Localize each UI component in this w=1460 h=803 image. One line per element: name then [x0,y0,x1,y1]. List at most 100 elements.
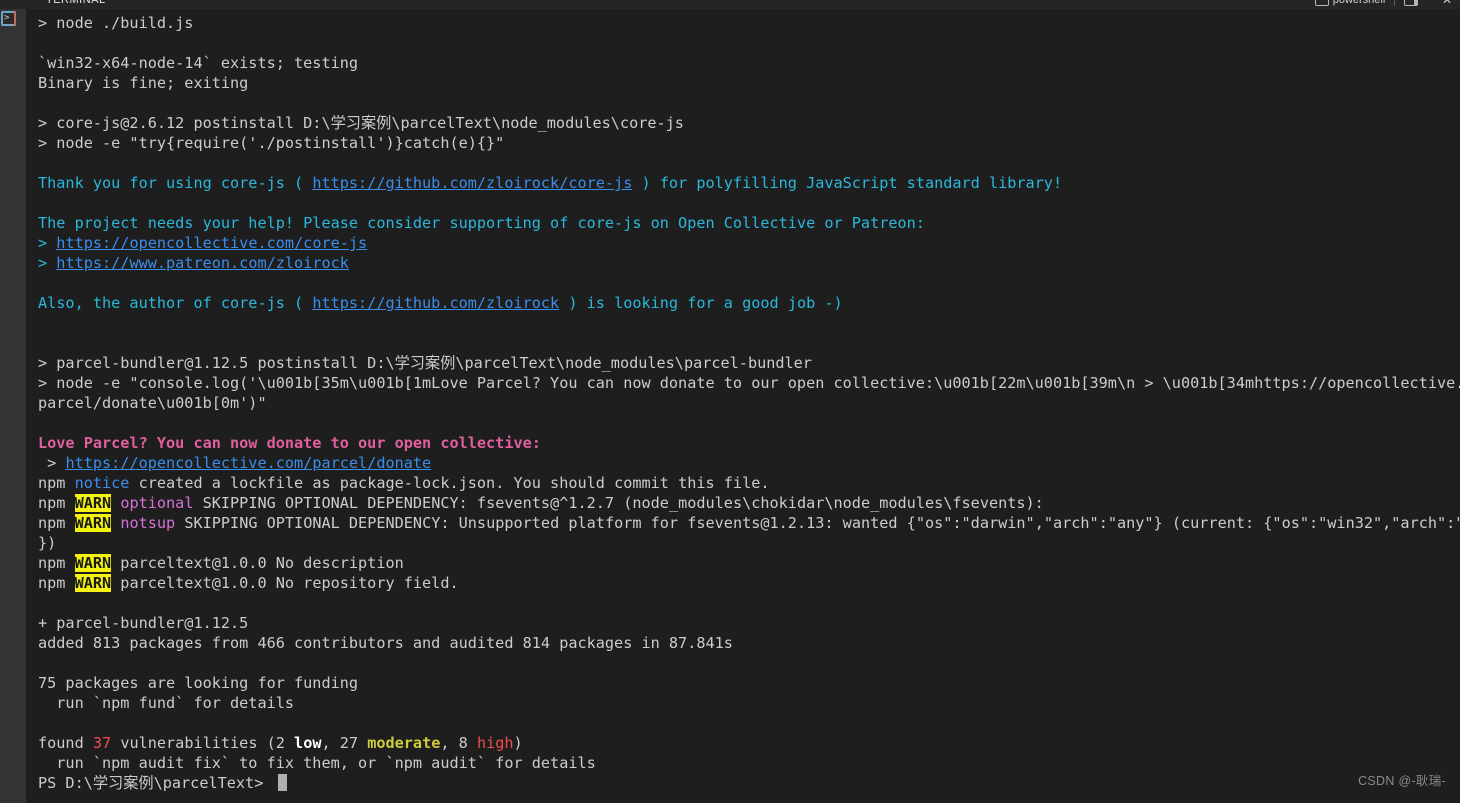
terminal-line: npm notice created a lockfile as package… [38,473,1460,493]
terminal-text-segment: ) [513,734,523,752]
terminal-panel-icon-edge [14,11,16,26]
terminal-text-segment: npm [38,554,75,572]
terminal-panel-icon[interactable]: > [1,11,16,26]
terminal-text-segment: npm [38,574,75,592]
terminal-text-segment: vulnerabilities (2 [111,734,295,752]
watermark: CSDN @-耿瑞- [1358,774,1446,788]
terminal-line: > node -e "console.log('\u001b[35m\u001b… [38,373,1460,393]
terminal-line: parcel/donate\u001b[0m')" [38,393,1460,413]
terminal-line: The project needs your help! Please cons… [38,213,1460,233]
terminal-text-segment: The project needs your help! Please cons… [38,214,925,232]
terminal-text-segment[interactable]: https://github.com/zloirock [312,294,559,312]
panel-header-bar: TERMINAL powershell ^ ✕ [0,0,1460,9]
terminal-text-segment: 37 [92,734,112,752]
terminal-line: npm WARN notsup SKIPPING OPTIONAL DEPEND… [38,513,1460,533]
terminal-text-segment: parceltext@1.0.0 No description [111,554,404,572]
terminal-text-segment: > node -e "console.log('\u001b[35m\u001b… [38,374,1460,392]
terminal-cursor [278,774,288,791]
terminal-text-segment: npm [38,494,75,512]
terminal-line: `win32-x64-node-14` exists; testing [38,53,1460,73]
terminal-text-segment: PS D:\学习案例\parcelText> [38,774,273,792]
split-icon[interactable] [1404,0,1419,6]
terminal-text-segment: WARN [74,574,112,592]
terminal-text-segment: npm [38,514,75,532]
terminal-line: Also, the author of core-js ( https://gi… [38,293,1460,313]
panel-title: TERMINAL [46,0,106,6]
terminal-text-segment: moderate [367,734,441,752]
terminal-text-segment: Binary is fine; exiting [38,74,249,92]
terminal-text-segment: }) [38,534,57,552]
close-icon[interactable]: ✕ [1442,0,1452,6]
terminal-line: npm WARN parceltext@1.0.0 No repository … [38,573,1460,593]
terminal-line: > core-js@2.6.12 postinstall D:\学习案例\par… [38,113,1460,133]
terminal-line: Love Parcel? You can now donate to our o… [38,433,1460,453]
terminal-text-segment: Thank you for using core-js ( [38,174,313,192]
terminal-text-segment[interactable]: https://github.com/zloirock/core-js [312,174,632,192]
terminal-line: run `npm audit fix` to fix them, or `npm… [38,753,1460,773]
terminal-line: > https://opencollective.com/core-js [38,233,1460,253]
terminal-line: + parcel-bundler@1.12.5 [38,613,1460,633]
terminal-line: > https://opencollective.com/parcel/dona… [38,453,1460,473]
terminal-line: npm WARN optional SKIPPING OPTIONAL DEPE… [38,493,1460,513]
terminal-text-segment: npm [38,474,75,492]
terminal-text-segment: Also, the author of core-js ( [38,294,313,312]
terminal-line: > node ./build.js [38,13,1460,33]
chevron-up-icon[interactable]: ^ [1427,0,1433,6]
terminal-line: > node -e "try{require('./postinstall')}… [38,133,1460,153]
terminal-text-segment: ) is looking for a good job -) [559,294,843,312]
terminal-line: found 37 vulnerabilities (2 low, 27 mode… [38,733,1460,753]
terminal-line: 75 packages are looking for funding [38,673,1460,693]
terminal-icon [1314,0,1329,6]
terminal-text-segment: parceltext@1.0.0 No repository field. [111,574,459,592]
terminal-text-segment: notice [74,474,130,492]
terminal-text-segment: 75 packages are looking for funding [38,674,359,692]
terminal-line: Binary is fine; exiting [38,73,1460,93]
panel-actions: powershell ^ ✕ [1314,0,1452,6]
terminal-line: > parcel-bundler@1.12.5 postinstall D:\学… [38,353,1460,373]
terminal-text-segment: notsup [120,514,176,532]
activity-bar: > [0,9,26,803]
terminal-line: npm WARN parceltext@1.0.0 No description [38,553,1460,573]
terminal-text-segment: > core-js@2.6.12 postinstall D:\学习案例\par… [38,114,684,132]
terminal-text-segment: Love Parcel? You can now donate to our o… [38,434,541,452]
terminal-line: PS D:\学习案例\parcelText> [38,773,1460,793]
terminal-line: added 813 packages from 466 contributors… [38,633,1460,653]
terminal-text-segment: > [38,254,57,272]
terminal-text-segment: run `npm fund` for details [38,694,295,712]
terminal-text-segment: ) for polyfilling JavaScript standard li… [632,174,1063,192]
terminal-text-segment[interactable]: https://opencollective.com/parcel/donate [65,454,431,472]
terminal-text-segment: run `npm audit fix` to fix them, or `npm… [38,754,596,772]
terminal-line: Thank you for using core-js ( https://gi… [38,173,1460,193]
terminal-text-segment: > node ./build.js [38,14,194,32]
terminal-text-segment[interactable]: https://opencollective.com/core-js [56,234,367,252]
terminal-line: run `npm fund` for details [38,693,1460,713]
terminal-text-segment: added 813 packages from 466 contributors… [38,634,733,652]
terminal-line: }) [38,533,1460,553]
terminal-output[interactable]: > node ./build.js `win32-x64-node-14` exi… [26,9,1460,803]
terminal-text-segment: WARN [74,514,112,532]
terminal-text-segment[interactable]: https://www.patreon.com/zloirock [56,254,349,272]
terminal-text-segment: parcel/donate\u001b[0m')" [38,394,267,412]
terminal-text-segment: > [38,234,57,252]
terminal-panel-icon-arrow: > [4,13,10,23]
terminal-selector-label: powershell [1332,0,1386,6]
terminal-text-segment: > node -e "try{require('./postinstall')}… [38,134,505,152]
terminal-text-segment: SKIPPING OPTIONAL DEPENDENCY: fsevents@^… [193,494,1044,512]
terminal-text-segment: , 8 [440,734,477,752]
terminal-text-segment: high [476,734,514,752]
terminal-text-segment: WARN [74,494,112,512]
terminal-selector[interactable]: powershell [1314,0,1386,6]
toolbar-divider [1394,0,1396,6]
terminal-text-segment: optional [120,494,194,512]
